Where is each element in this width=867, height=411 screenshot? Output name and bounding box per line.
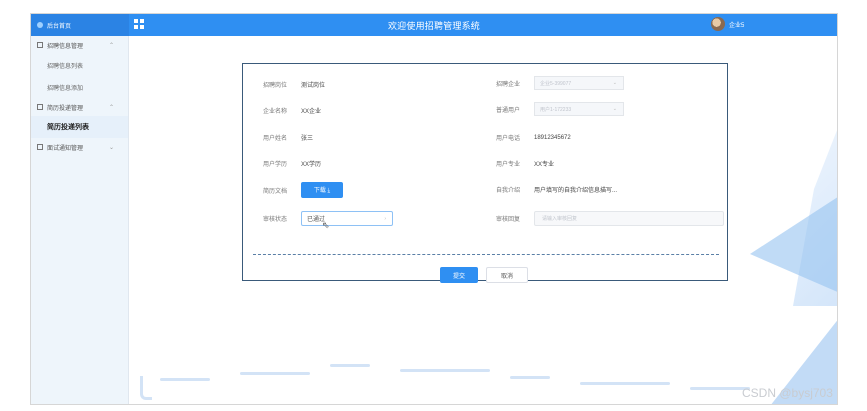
mouse-cursor-icon: ⇖ (322, 220, 330, 230)
normal-user-placeholder: 用户1-172233 (540, 106, 572, 113)
field-value: 张三 (301, 136, 314, 142)
main-content: 招聘岗位 测试岗位 企业名称 XX企业 用户姓名 张三 用户学历 XX学历 简历… (130, 36, 837, 404)
chevron-right-icon: › (384, 215, 386, 222)
chevron-up-icon: ⌃ (108, 42, 114, 49)
normal-user-select[interactable]: 用户1-172233 ⌄ (534, 102, 624, 116)
field-value: 测试岗位 (301, 83, 326, 89)
field-label: 审核回复 (496, 217, 521, 223)
chevron-down-icon: ⌄ (612, 80, 617, 86)
field-label: 普通用户 (496, 107, 521, 114)
download-button[interactable]: 下载 ⤓ (301, 182, 343, 198)
field-audit-reply: 审核回复 请输入审核回复 (496, 211, 724, 226)
field-value: XX学历 (301, 162, 322, 168)
sidebar-item-resume-list[interactable]: 简历投递列表 (31, 116, 128, 138)
background-decoration (400, 369, 490, 372)
background-decoration (580, 382, 670, 385)
field-normal-user: 普通用户 用户1-172233 ⌄ (496, 102, 624, 116)
field-label: 用户姓名 (263, 136, 288, 142)
field-label: 企业名称 (263, 109, 288, 115)
submit-button[interactable]: 提交 (440, 267, 478, 283)
field-position: 招聘岗位 测试岗位 (263, 80, 325, 89)
chevron-down-icon: ⌄ (612, 106, 617, 112)
field-value: 用户填写的自我介绍信息描写... (534, 188, 618, 194)
recruiting-company-placeholder: 企业5-399077 (540, 80, 572, 87)
sidebar-group-label: 招聘信息管理 (47, 43, 84, 50)
user-menu[interactable]: 企业5 (711, 17, 744, 31)
sidebar: 招聘信息管理 ⌃ 招聘信息列表 招聘信息添加 简历投递管理 ⌃ 简历投递列表 面… (31, 36, 129, 404)
background-decoration (330, 364, 370, 367)
field-value: XX专业 (534, 162, 555, 168)
app-window: 后台首页 欢迎使用招聘管理系统 企业5 招聘信息管理 ⌃ 招聘信息列表 招聘信息… (30, 13, 838, 405)
sidebar-group-resume[interactable]: 简历投递管理 ⌃ (31, 98, 128, 116)
document-icon (37, 42, 43, 48)
field-label: 招聘企业 (496, 81, 521, 88)
audit-status-select[interactable]: 已通过 › (301, 211, 393, 226)
user-name: 企业5 (729, 22, 745, 29)
field-label: 用户专业 (496, 162, 521, 168)
watermark: CSDN @bysj703 (742, 386, 833, 400)
field-label: 审核状态 (263, 217, 288, 223)
field-user-phone: 用户电话 18912345672 (496, 133, 571, 143)
background-decoration (240, 372, 310, 375)
field-major: 用户专业 XX专业 (496, 159, 554, 168)
field-label: 招聘岗位 (263, 83, 288, 89)
field-user-name: 用户姓名 张三 (263, 133, 313, 142)
sidebar-group-label: 简历投递管理 (47, 105, 84, 112)
field-label: 用户电话 (496, 136, 521, 142)
field-label: 简历文档 (263, 188, 288, 195)
recruiting-company-select[interactable]: 企业5-399077 ⌄ (534, 76, 624, 90)
background-decoration (160, 378, 210, 381)
sidebar-item-recruitment-list[interactable]: 招聘信息列表 (31, 54, 128, 76)
document-icon (37, 144, 43, 150)
field-label: 自我介绍 (496, 188, 521, 194)
sidebar-group-label: 面试通知管理 (47, 145, 84, 152)
background-decoration (510, 376, 550, 379)
sidebar-item-recruitment-add[interactable]: 招聘信息添加 (31, 76, 128, 98)
audit-reply-input[interactable]: 请输入审核回复 (534, 211, 724, 226)
background-decoration (140, 376, 152, 400)
field-label: 用户学历 (263, 162, 288, 168)
field-company-name: 企业名称 XX企业 (263, 106, 321, 115)
field-resume-document: 简历文档 下载 ⤓ (263, 182, 343, 198)
chevron-down-icon: ⌄ (108, 144, 114, 151)
sidebar-group-interview[interactable]: 面试通知管理 ⌄ (31, 138, 128, 156)
sidebar-group-recruitment[interactable]: 招聘信息管理 ⌃ (31, 36, 128, 54)
field-recruiting-company: 招聘企业 企业5-399077 ⌄ (496, 76, 624, 90)
document-icon (37, 104, 43, 110)
top-bar: 后台首页 欢迎使用招聘管理系统 企业5 (31, 14, 837, 36)
form-divider (253, 254, 719, 255)
field-self-intro: 自我介绍 用户填写的自我介绍信息描写... (496, 185, 617, 194)
chevron-up-icon: ⌃ (108, 104, 114, 111)
avatar (711, 17, 725, 31)
resume-review-form: 招聘岗位 测试岗位 企业名称 XX企业 用户姓名 张三 用户学历 XX学历 简历… (242, 63, 728, 283)
cancel-button[interactable]: 取消 (486, 267, 528, 283)
field-education: 用户学历 XX学历 (263, 159, 321, 168)
background-decoration (690, 387, 750, 390)
field-value: 18912345672 (534, 134, 571, 141)
field-value: XX企业 (301, 109, 322, 115)
